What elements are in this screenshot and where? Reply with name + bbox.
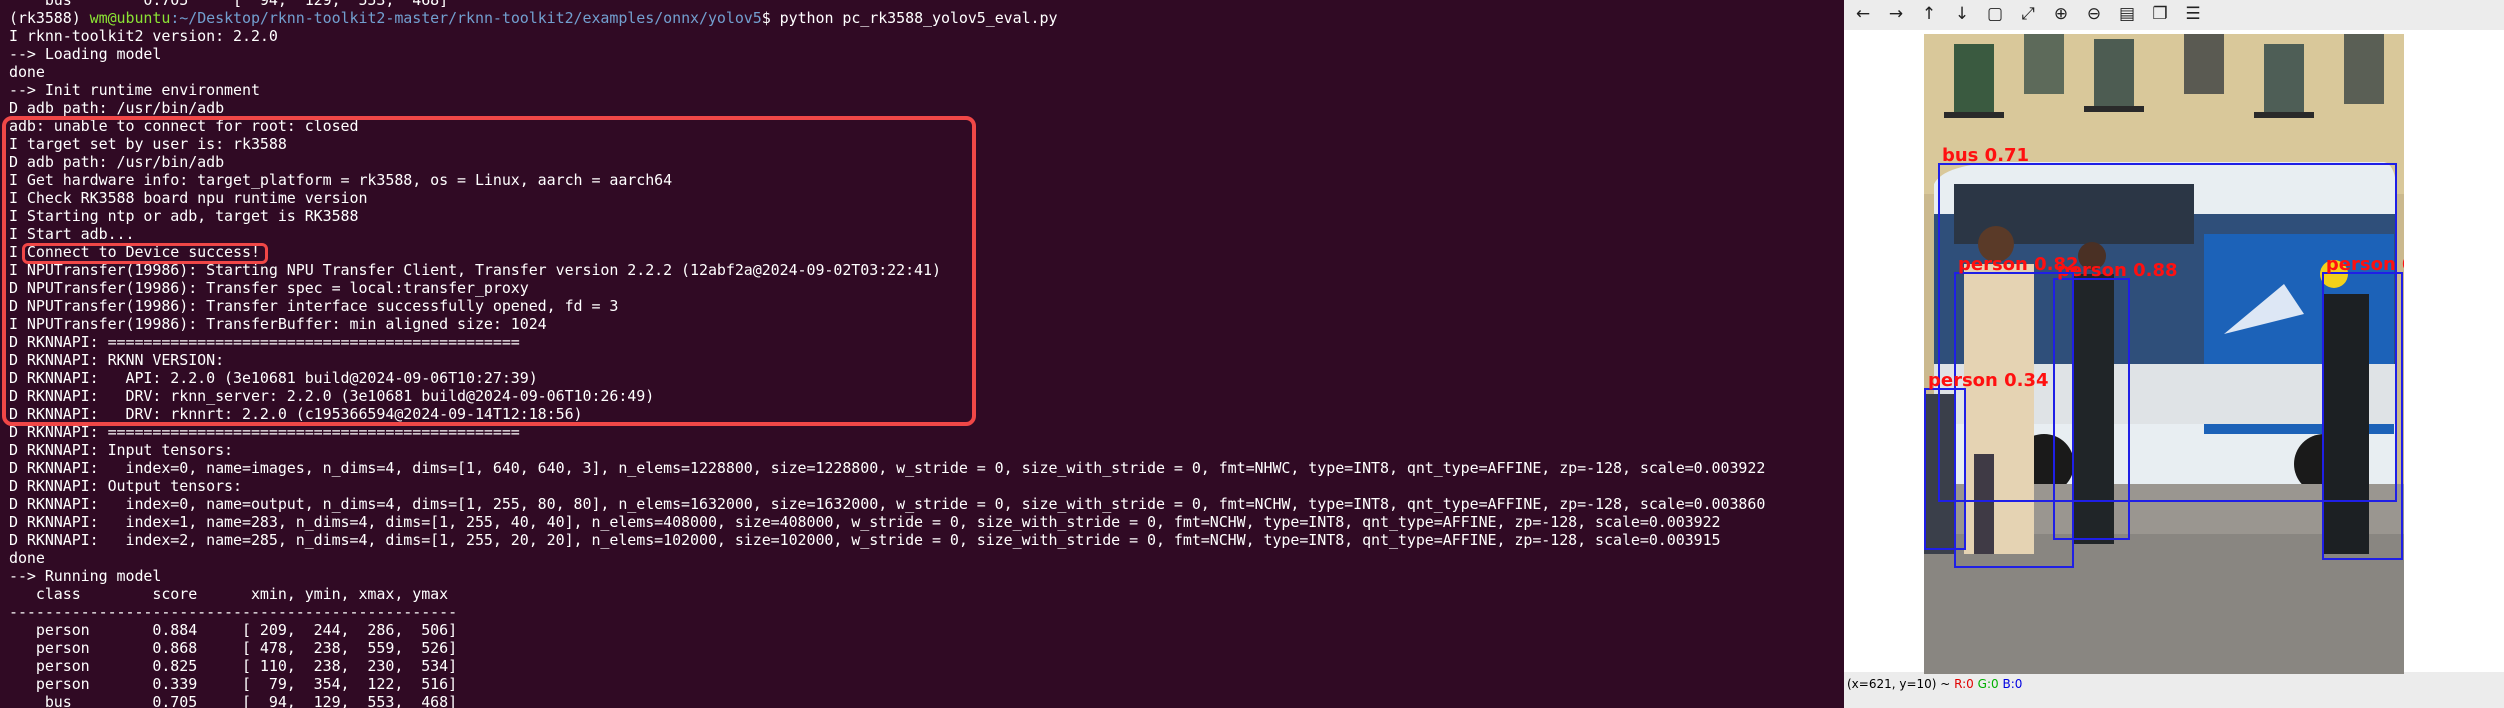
detection-label: person 0.87 — [2325, 254, 2404, 275]
prompt-env: (rk3588) — [9, 9, 90, 27]
cursor-coordinates: (x=621, y=10) ~ — [1847, 677, 1955, 691]
prompt-path: :~/Desktop/rknn-toolkit2-master/rknn-too… — [170, 9, 762, 27]
terminal-line: class score xmin, ymin, xmax, ymax — [9, 585, 449, 603]
viewer-status-bar: (x=621, y=10) ~ R:0 G:0 B:0 — [1844, 674, 2504, 708]
detection-box — [1924, 388, 1966, 550]
highlight-box-success — [22, 243, 268, 264]
down-arrow-button[interactable]: ↓ — [1947, 1, 1977, 27]
forward-arrow-icon: → — [1888, 4, 1904, 24]
up-arrow-icon: ↑ — [1921, 4, 1937, 24]
back-arrow-button[interactable]: ← — [1848, 1, 1878, 27]
detection-label: person 0.34 — [1928, 370, 2049, 391]
back-arrow-icon: ← — [1855, 4, 1871, 24]
copy-icon: ❐ — [2152, 4, 2168, 24]
terminal-line: person 0.825 [ 110, 238, 230, 534] — [9, 657, 458, 675]
terminal-line: person 0.884 [ 209, 244, 286, 506] — [9, 621, 458, 639]
fit-window-button[interactable]: ▢ — [1980, 1, 2010, 27]
save-button[interactable]: ▤ — [2112, 1, 2142, 27]
terminal-line: I rknn-toolkit2 version: 2.2.0 — [9, 27, 278, 45]
save-icon: ▤ — [2118, 4, 2136, 24]
terminal-line: done — [9, 63, 45, 81]
terminal-line: D RKNNAPI: index=1, name=283, n_dims=4, … — [9, 513, 1721, 531]
pixel-green-value: G:0 — [1977, 677, 1999, 691]
terminal-line: ----------------------------------------… — [9, 603, 458, 621]
prompt-command: $ python pc_rk3588_yolov5_eval.py — [761, 9, 1058, 27]
zoom-out-icon: ⊖ — [2086, 4, 2102, 24]
terminal-line: person 0.339 [ 79, 354, 122, 516] — [9, 675, 458, 693]
terminal-line: D adb path: /usr/bin/adb — [9, 99, 225, 117]
pixel-red-value: R:0 — [1954, 677, 1974, 691]
fit-window-icon: ▢ — [1986, 4, 2004, 24]
terminal-line: --> Init runtime environment — [9, 81, 260, 99]
terminal-prompt-line: (rk3588) wm@ubuntu:~/Desktop/rknn-toolki… — [9, 9, 1765, 27]
terminal-line: bus 0.705 [ 94, 129, 553, 468] — [9, 693, 458, 708]
terminal-line: --> Running model — [9, 567, 162, 585]
detection-image: bus 0.71person 0.88person 0.87person 0.8… — [1924, 34, 2404, 674]
pixel-blue-value: B:0 — [2002, 677, 2023, 691]
terminal-line: D RKNNAPI: index=2, name=285, n_dims=4, … — [9, 531, 1721, 549]
down-arrow-icon: ↓ — [1954, 4, 1970, 24]
terminal-line: --> Loading model — [9, 45, 162, 63]
viewer-toolbar: ← → ↑ ↓ ▢ ⤢ ⊕ ⊖ ▤ ❐ ☰ — [1844, 0, 2504, 28]
zoom-in-icon: ⊕ — [2053, 4, 2069, 24]
terminal-line: D RKNNAPI: index=0, name=output, n_dims=… — [9, 495, 1766, 513]
terminal-line: bus 0.705 [ 94, 129, 553, 468] — [9, 0, 449, 9]
detection-label: bus 0.71 — [1941, 145, 2030, 166]
properties-icon: ☰ — [2185, 4, 2201, 24]
highlight-box-connection — [2, 116, 976, 426]
terminal-line: D RKNNAPI: index=0, name=images, n_dims=… — [9, 459, 1766, 477]
terminal-line: D RKNNAPI: Input tensors: — [9, 441, 234, 459]
detection-label: person 0.82 — [1957, 254, 2079, 275]
up-arrow-button[interactable]: ↑ — [1914, 1, 1944, 27]
resize-icon: ⤢ — [2021, 4, 2035, 24]
detection-box — [1953, 272, 2074, 568]
zoom-out-button[interactable]: ⊖ — [2079, 1, 2109, 27]
image-canvas[interactable]: bus 0.71person 0.88person 0.87person 0.8… — [1844, 30, 2504, 674]
zoom-in-button[interactable]: ⊕ — [2046, 1, 2076, 27]
detection-box — [2321, 272, 2403, 560]
terminal-line: D RKNNAPI: Output tensors: — [9, 477, 242, 495]
image-viewer-window[interactable]: ← → ↑ ↓ ▢ ⤢ ⊕ ⊖ ▤ ❐ ☰ bus 0.71 person 0.… — [1844, 0, 2504, 708]
properties-button[interactable]: ☰ — [2178, 1, 2208, 27]
resize-button[interactable]: ⤢ — [2013, 1, 2043, 27]
prompt-user: wm@ubuntu — [89, 9, 171, 27]
terminal-line: done — [9, 549, 45, 567]
copy-button[interactable]: ❐ — [2145, 1, 2175, 27]
terminal-window[interactable]: bus 0.705 [ 94, 129, 553, 468] (rk3588) w… — [0, 0, 1844, 708]
terminal-line: person 0.868 [ 478, 238, 559, 526] — [9, 639, 458, 657]
forward-arrow-button[interactable]: → — [1881, 1, 1911, 27]
